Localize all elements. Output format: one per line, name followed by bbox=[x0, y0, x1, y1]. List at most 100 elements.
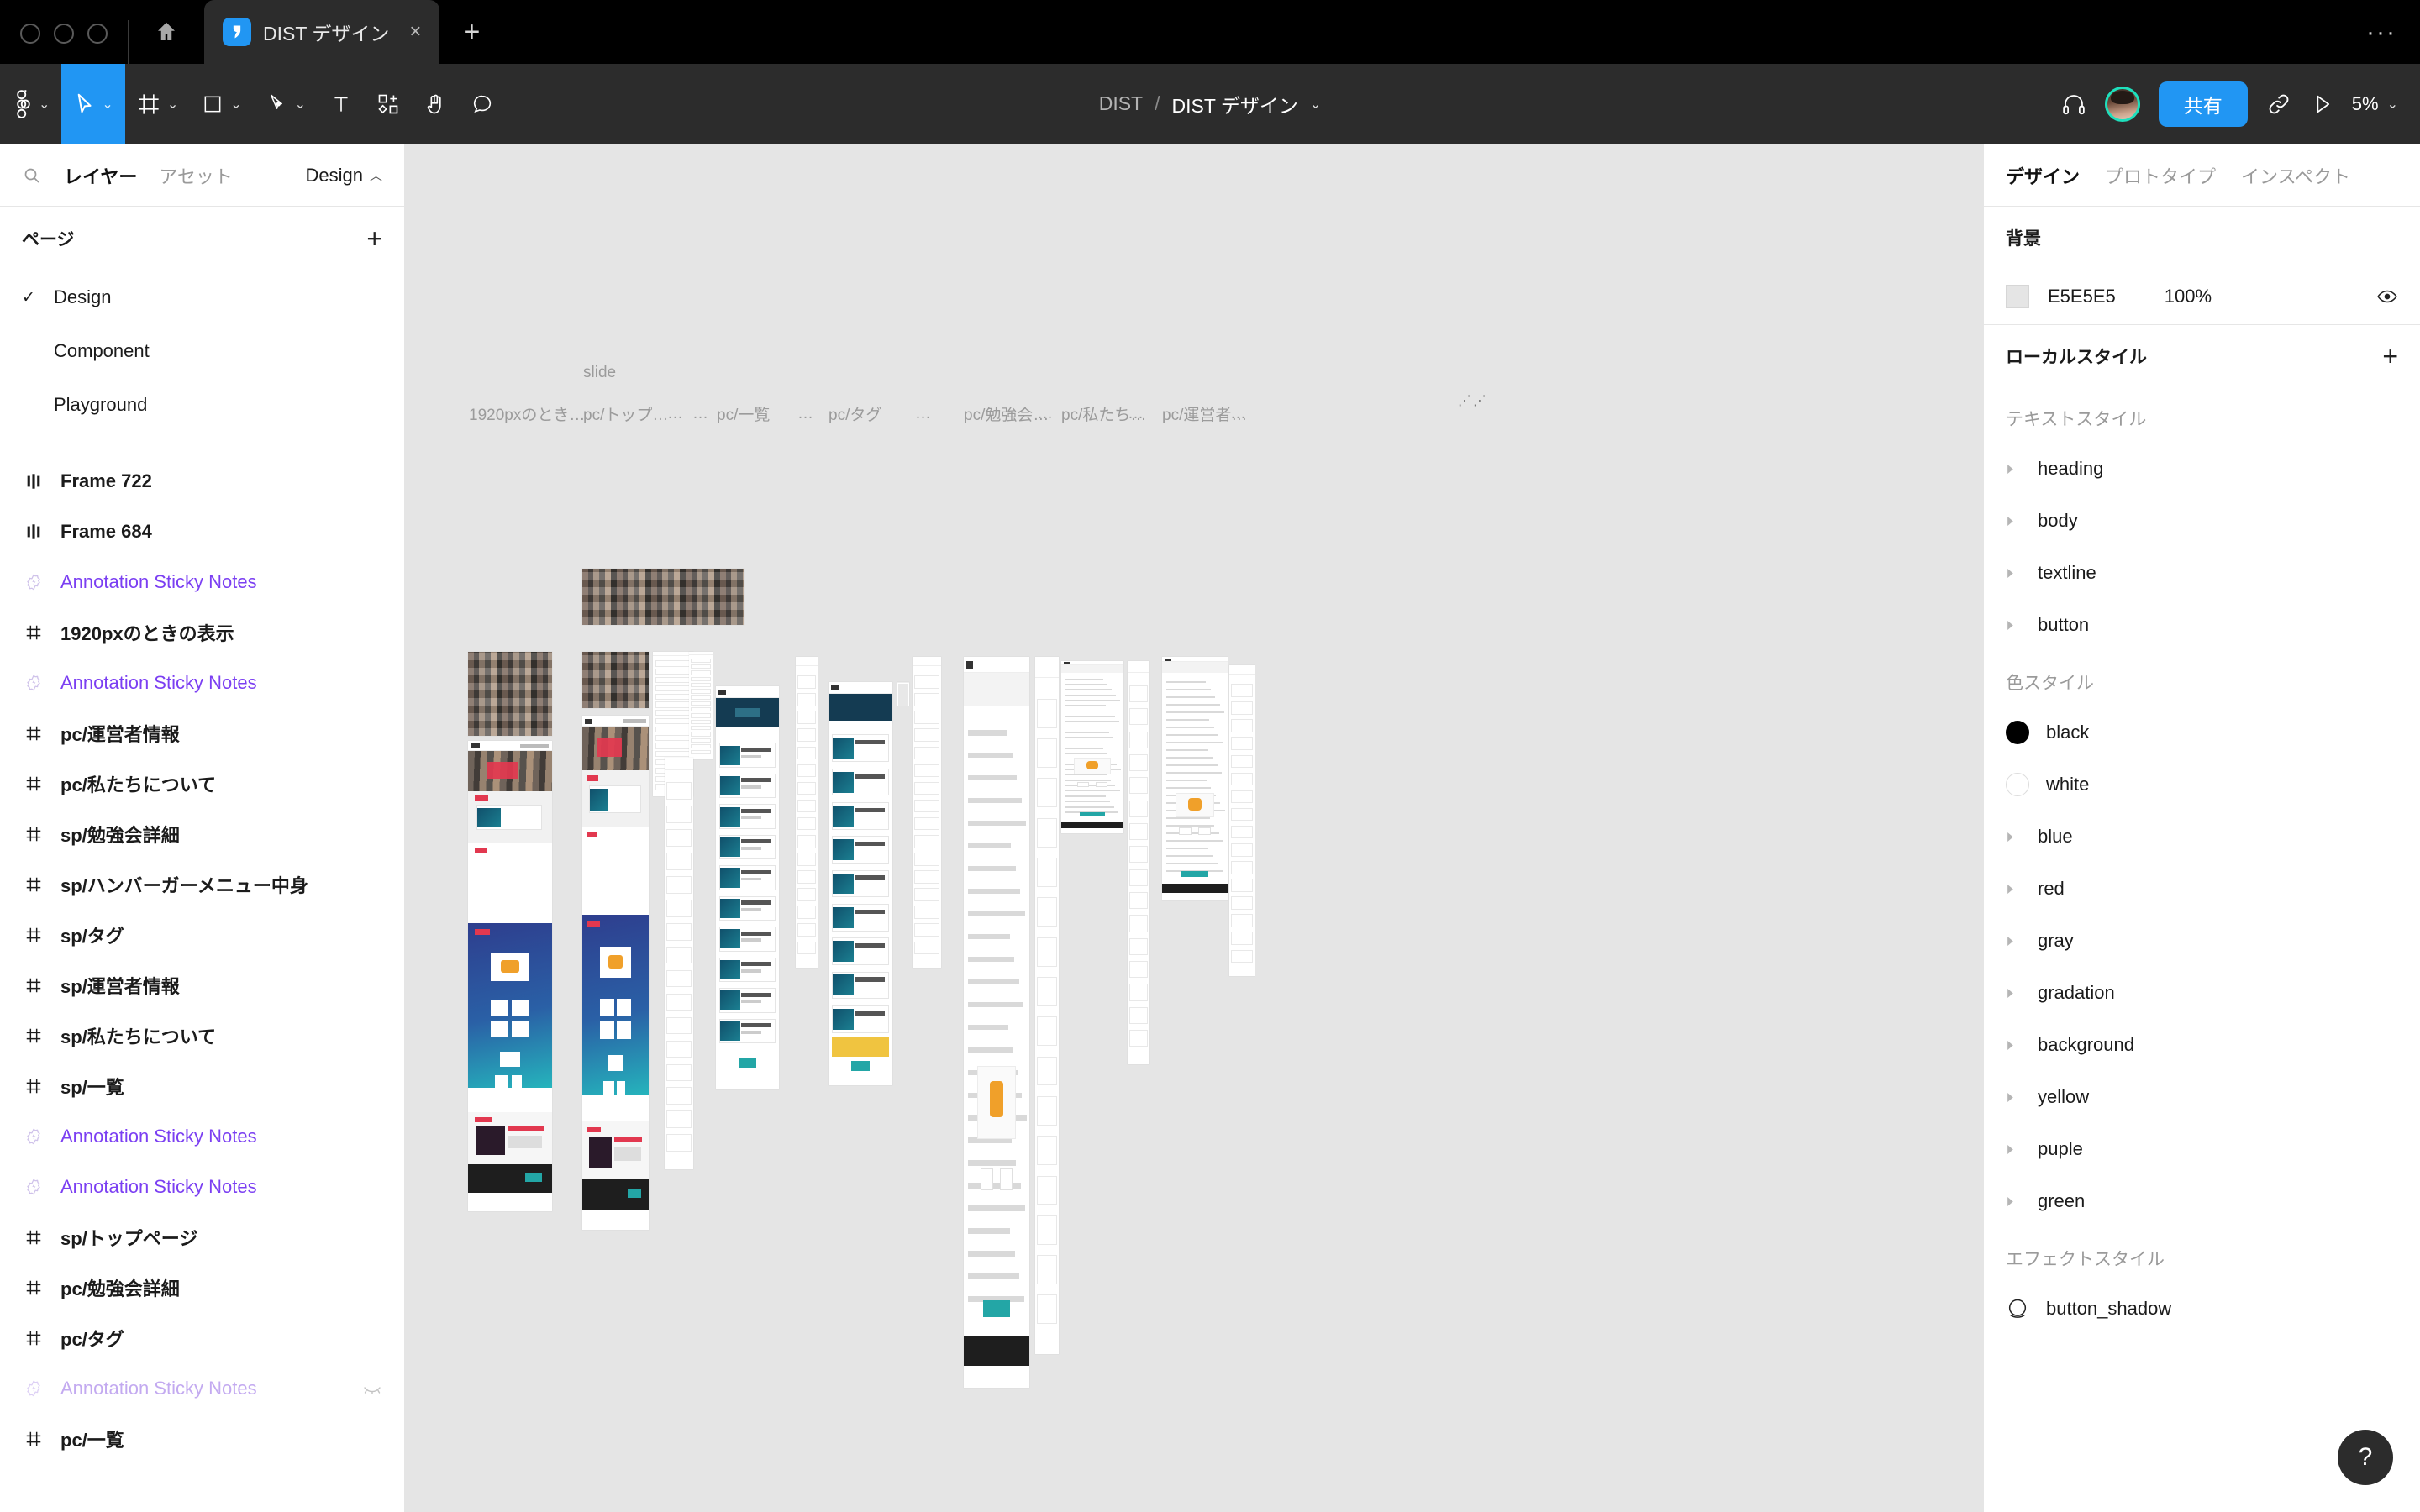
tab-design[interactable]: デザイン bbox=[2006, 162, 2080, 189]
style-item[interactable]: black bbox=[1984, 706, 2420, 759]
chevron-down-icon[interactable]: ⌄ bbox=[1310, 96, 1321, 113]
add-style-button[interactable]: + bbox=[2382, 343, 2398, 370]
minimize-window-dot[interactable] bbox=[54, 24, 74, 44]
artboard-thumbnail[interactable] bbox=[1229, 665, 1255, 976]
artboard-thumbnail[interactable] bbox=[1128, 661, 1150, 1064]
artboard-thumbnail[interactable] bbox=[1035, 657, 1059, 1354]
chevron-right-icon[interactable] bbox=[2006, 620, 2021, 630]
search-icon[interactable] bbox=[22, 165, 42, 186]
headphones-icon[interactable] bbox=[2061, 92, 2086, 117]
layer-item[interactable]: Annotation Sticky Notes bbox=[0, 557, 404, 607]
chevron-right-icon[interactable] bbox=[2006, 988, 2021, 998]
layer-item[interactable]: sp/タグ bbox=[0, 910, 404, 960]
breadcrumb-project[interactable]: DIST bbox=[1099, 92, 1143, 115]
artboard-thumbnail[interactable] bbox=[468, 741, 552, 1211]
browser-tab[interactable]: DIST デザイン × bbox=[204, 0, 440, 64]
frame-label[interactable]: … bbox=[1230, 405, 1246, 423]
chevron-right-icon[interactable] bbox=[2006, 568, 2021, 578]
breadcrumb-file-name[interactable]: DIST デザイン bbox=[1172, 90, 1298, 118]
style-item[interactable]: white bbox=[1984, 759, 2420, 811]
style-item[interactable]: red bbox=[1984, 863, 2420, 915]
artboard-thumbnail[interactable] bbox=[582, 652, 649, 708]
style-item[interactable]: gray bbox=[1984, 915, 2420, 967]
style-item[interactable]: heading bbox=[1984, 443, 2420, 495]
layer-item[interactable]: Annotation Sticky Notes bbox=[0, 1363, 404, 1414]
chevron-right-icon[interactable] bbox=[2006, 1092, 2021, 1102]
style-item[interactable]: puple bbox=[1984, 1123, 2420, 1175]
style-item[interactable]: background bbox=[1984, 1019, 2420, 1071]
page-item-playground[interactable]: Playground bbox=[0, 378, 404, 432]
artboard-thumbnail[interactable] bbox=[716, 686, 779, 1089]
chevron-right-icon[interactable] bbox=[2006, 884, 2021, 894]
eye-icon[interactable] bbox=[2376, 286, 2398, 307]
help-button[interactable]: ? bbox=[2338, 1430, 2393, 1485]
artboard-thumbnail[interactable] bbox=[796, 657, 818, 968]
background-fill-row[interactable]: E5E5E5 100% bbox=[2006, 269, 2398, 324]
chevron-right-icon[interactable] bbox=[2006, 464, 2021, 474]
avatar[interactable] bbox=[2104, 86, 2140, 122]
resources-tool-button[interactable] bbox=[365, 64, 412, 144]
layer-item[interactable]: Annotation Sticky Notes bbox=[0, 1162, 404, 1212]
background-hex-value[interactable]: E5E5E5 bbox=[2048, 286, 2116, 307]
chevron-right-icon[interactable] bbox=[2006, 1144, 2021, 1154]
artboard-thumbnail[interactable] bbox=[689, 652, 713, 759]
page-item-design[interactable]: ✓ Design bbox=[0, 270, 404, 324]
tab-layers[interactable]: レイヤー bbox=[64, 162, 137, 189]
frame-label[interactable]: … bbox=[692, 405, 708, 423]
artboard-thumbnail[interactable] bbox=[1061, 661, 1123, 833]
artboard-thumbnail[interactable] bbox=[829, 682, 892, 1085]
frame-label[interactable]: … bbox=[667, 405, 683, 423]
style-item[interactable]: green bbox=[1984, 1175, 2420, 1227]
figma-menu-button[interactable]: ⌄ bbox=[0, 64, 61, 144]
eye-off-icon[interactable] bbox=[362, 1378, 382, 1399]
comment-tool-button[interactable] bbox=[459, 64, 506, 144]
layer-item[interactable]: sp/私たちについて bbox=[0, 1011, 404, 1061]
layer-item[interactable]: pc/私たちについて bbox=[0, 759, 404, 809]
frame-tool-button[interactable]: ⌄ bbox=[125, 64, 190, 144]
background-opacity-value[interactable]: 100% bbox=[2165, 286, 2212, 307]
close-icon[interactable]: × bbox=[409, 22, 421, 42]
layer-item[interactable]: pc/運営者情報 bbox=[0, 708, 404, 759]
browser-menu-icon[interactable]: ··· bbox=[2366, 18, 2396, 47]
new-tab-button[interactable]: + bbox=[439, 0, 503, 64]
background-color-swatch[interactable] bbox=[2006, 285, 2029, 308]
tab-inspect[interactable]: インスペクト bbox=[2241, 162, 2350, 189]
frame-label[interactable]: … bbox=[1128, 405, 1144, 423]
style-item[interactable]: yellow bbox=[1984, 1071, 2420, 1123]
artboard-thumbnail[interactable] bbox=[665, 758, 693, 1169]
frame-label[interactable]: … bbox=[1037, 405, 1053, 423]
frame-label[interactable]: pc/一覧 bbox=[717, 402, 770, 425]
style-item[interactable]: blue bbox=[1984, 811, 2420, 863]
artboard-thumbnail[interactable] bbox=[1162, 657, 1228, 900]
style-item[interactable]: gradation bbox=[1984, 967, 2420, 1019]
layer-item[interactable]: Frame 684 bbox=[0, 507, 404, 557]
artboard-thumbnail[interactable] bbox=[964, 657, 1029, 1388]
shape-tool-button[interactable]: ⌄ bbox=[190, 64, 253, 144]
chevron-right-icon[interactable] bbox=[2006, 936, 2021, 946]
artboard-thumbnail[interactable] bbox=[913, 657, 941, 968]
frame-label[interactable]: pc/タグ bbox=[829, 402, 881, 425]
home-button[interactable] bbox=[129, 0, 204, 64]
layer-item[interactable]: Frame 722 bbox=[0, 456, 404, 507]
style-item[interactable]: body bbox=[1984, 495, 2420, 547]
frame-label[interactable]: 1920pxのとき… bbox=[469, 402, 585, 425]
layer-item[interactable]: sp/トップページ bbox=[0, 1212, 404, 1263]
layer-item[interactable]: pc/タグ bbox=[0, 1313, 404, 1363]
text-tool-button[interactable] bbox=[318, 64, 365, 144]
layer-item[interactable]: pc/一覧 bbox=[0, 1414, 404, 1464]
layer-item[interactable]: sp/一覧 bbox=[0, 1061, 404, 1111]
tab-prototype[interactable]: プロトタイプ bbox=[2105, 162, 2216, 189]
layer-item[interactable]: sp/運営者情報 bbox=[0, 960, 404, 1011]
artboard-thumbnail[interactable] bbox=[582, 569, 744, 625]
layer-item[interactable]: Annotation Sticky Notes bbox=[0, 658, 404, 708]
artboard-thumbnail[interactable] bbox=[897, 682, 909, 706]
style-item[interactable]: button_shadow bbox=[1984, 1283, 2420, 1335]
frame-label[interactable]: … bbox=[797, 405, 813, 423]
play-icon[interactable] bbox=[2310, 92, 2333, 116]
close-window-dot[interactable] bbox=[20, 24, 40, 44]
selection-handles[interactable]: ⋰⋰ bbox=[1458, 392, 1488, 409]
zoom-control[interactable]: 5% ⌄ bbox=[2352, 93, 2398, 115]
hand-tool-button[interactable] bbox=[412, 64, 459, 144]
chevron-right-icon[interactable] bbox=[2006, 832, 2021, 842]
artboard-thumbnail[interactable] bbox=[582, 716, 649, 1230]
